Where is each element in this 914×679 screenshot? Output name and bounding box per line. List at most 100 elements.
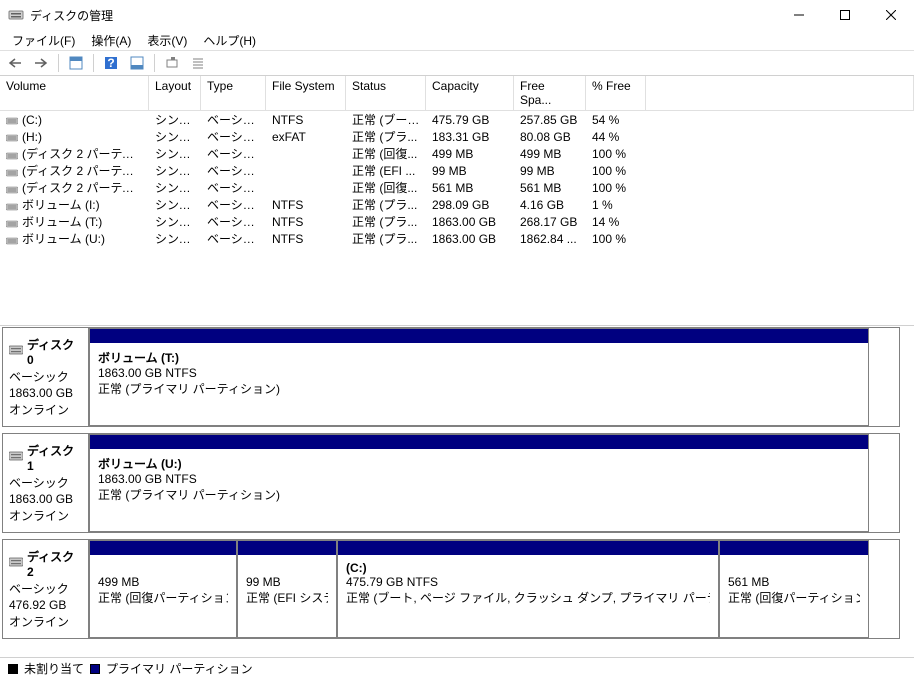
disk-row[interactable]: ディスク 1ベーシック1863.00 GBオンラインボリューム (U:)1863…: [2, 433, 900, 533]
col-capacity[interactable]: Capacity: [426, 76, 514, 111]
disk-row[interactable]: ディスク 2ベーシック476.92 GBオンライン499 MB正常 (回復パーテ…: [2, 539, 900, 639]
col-volume[interactable]: Volume: [0, 76, 149, 111]
partition-name: ボリューム (U:): [98, 455, 860, 472]
volume-row[interactable]: (ディスク 2 パーティシ...シンプルベーシック正常 (回復...561 MB…: [0, 179, 914, 196]
volume-capacity: 99 MB: [426, 164, 514, 178]
col-type[interactable]: Type: [201, 76, 266, 111]
window-title: ディスクの管理: [30, 7, 776, 24]
volume-type: ベーシック: [201, 196, 266, 213]
menu-view[interactable]: 表示(V): [139, 30, 195, 50]
volume-free: 4.16 GB: [514, 198, 586, 212]
maximize-button[interactable]: [822, 0, 868, 30]
legend-unallocated: 未割り当て: [24, 660, 84, 677]
volume-name: ボリューム (T:): [22, 215, 102, 229]
view-bottom-button[interactable]: [126, 52, 148, 74]
volume-type: ベーシック: [201, 230, 266, 247]
volume-capacity: 183.31 GB: [426, 130, 514, 144]
disk-row[interactable]: ディスク 0ベーシック1863.00 GBオンラインボリューム (T:)1863…: [2, 327, 900, 427]
volume-name: (ディスク 2 パーティシ...: [22, 147, 149, 161]
volume-layout: シンプル: [149, 213, 201, 230]
volume-status: 正常 (回復...: [346, 145, 426, 162]
volume-name: ボリューム (U:): [22, 232, 105, 246]
volume-type: ベーシック: [201, 111, 266, 128]
partition-stripe: [238, 541, 336, 555]
partition-info: 499 MB: [98, 575, 228, 589]
disk-info: ディスク 0ベーシック1863.00 GBオンライン: [3, 328, 89, 426]
volume-row[interactable]: (C:)シンプルベーシックNTFS正常 (ブート...475.79 GB257.…: [0, 111, 914, 128]
list-button[interactable]: [187, 52, 209, 74]
disk-size: 1863.00 GB: [9, 386, 82, 400]
volume-row[interactable]: ボリューム (U:)シンプルベーシックNTFS正常 (プラ...1863.00 …: [0, 230, 914, 247]
volume-capacity: 499 MB: [426, 147, 514, 161]
volume-row[interactable]: ボリューム (T:)シンプルベーシックNTFS正常 (プラ...1863.00 …: [0, 213, 914, 230]
disk-graphical-view[interactable]: ディスク 0ベーシック1863.00 GBオンラインボリューム (T:)1863…: [0, 326, 914, 657]
volume-capacity: 475.79 GB: [426, 113, 514, 127]
menu-help[interactable]: ヘルプ(H): [195, 30, 264, 50]
disk-name: ディスク 2: [27, 548, 82, 579]
col-status[interactable]: Status: [346, 76, 426, 111]
drive-icon: [6, 235, 18, 245]
disk-name: ディスク 1: [27, 442, 82, 473]
view-top-button[interactable]: [65, 52, 87, 74]
partition-name: ボリューム (T:): [98, 349, 860, 366]
col-pfree[interactable]: % Free: [586, 76, 646, 111]
partition-info: 475.79 GB NTFS: [346, 575, 710, 589]
volume-list[interactable]: Volume Layout Type File System Status Ca…: [0, 76, 914, 326]
col-layout[interactable]: Layout: [149, 76, 201, 111]
drive-icon: [6, 115, 18, 125]
volume-status: 正常 (プラ...: [346, 196, 426, 213]
partition[interactable]: ボリューム (U:)1863.00 GB NTFS正常 (プライマリ パーティシ…: [89, 434, 869, 532]
drive-icon: [6, 218, 18, 228]
volume-type: ベーシック: [201, 145, 266, 162]
disk-status: オンライン: [9, 401, 82, 418]
partition-info: 1863.00 GB NTFS: [98, 366, 860, 380]
toolbar-separator: [93, 54, 94, 72]
volume-row[interactable]: (ディスク 2 パーティシ...シンプルベーシック正常 (回復...499 MB…: [0, 145, 914, 162]
settings-button[interactable]: [161, 52, 183, 74]
minimize-button[interactable]: [776, 0, 822, 30]
volume-row[interactable]: ボリューム (I:)シンプルベーシックNTFS正常 (プラ...298.09 G…: [0, 196, 914, 213]
volume-free: 268.17 GB: [514, 215, 586, 229]
partition-status: 正常 (ブート, ページ ファイル, クラッシュ ダンプ, プライマリ パーティ…: [346, 589, 710, 606]
volume-name: ボリューム (I:): [22, 198, 100, 212]
menu-action[interactable]: 操作(A): [83, 30, 139, 50]
partition-stripe: [720, 541, 868, 555]
back-button[interactable]: [4, 52, 26, 74]
disk-status: オンライン: [9, 613, 82, 630]
col-free[interactable]: Free Spa...: [514, 76, 586, 111]
volume-pfree: 54 %: [586, 113, 646, 127]
volume-pfree: 44 %: [586, 130, 646, 144]
partition-status: 正常 (EFI システム /: [246, 589, 328, 606]
disk-info: ディスク 1ベーシック1863.00 GBオンライン: [3, 434, 89, 532]
volume-name: (C:): [22, 113, 42, 127]
volume-name: (ディスク 2 パーティシ...: [22, 181, 149, 195]
volume-pfree: 1 %: [586, 198, 646, 212]
volume-layout: シンプル: [149, 111, 201, 128]
volume-row[interactable]: (H:)シンプルベーシックexFAT正常 (プラ...183.31 GB80.0…: [0, 128, 914, 145]
col-rest[interactable]: [646, 76, 914, 111]
partition[interactable]: (C:)475.79 GB NTFS正常 (ブート, ページ ファイル, クラッ…: [337, 540, 719, 638]
partition-info: 99 MB: [246, 575, 328, 589]
volume-row[interactable]: (ディスク 2 パーティシ...シンプルベーシック正常 (EFI ...99 M…: [0, 162, 914, 179]
app-icon: [8, 7, 24, 23]
volume-fs: exFAT: [266, 130, 346, 144]
partition[interactable]: 561 MB正常 (回復パーティション): [719, 540, 869, 638]
col-filesystem[interactable]: File System: [266, 76, 346, 111]
volume-status: 正常 (回復...: [346, 179, 426, 196]
forward-button[interactable]: [30, 52, 52, 74]
volume-capacity: 1863.00 GB: [426, 215, 514, 229]
partition-stripe: [90, 435, 868, 449]
partition[interactable]: 499 MB正常 (回復パーティション): [89, 540, 237, 638]
close-button[interactable]: [868, 0, 914, 30]
menu-file[interactable]: ファイル(F): [4, 30, 83, 50]
partition-stripe: [90, 541, 236, 555]
partition[interactable]: ボリューム (T:)1863.00 GB NTFS正常 (プライマリ パーティシ…: [89, 328, 869, 426]
volume-pfree: 100 %: [586, 181, 646, 195]
partition-status: 正常 (プライマリ パーティション): [98, 486, 860, 503]
volume-free: 99 MB: [514, 164, 586, 178]
volume-pfree: 100 %: [586, 147, 646, 161]
help-button[interactable]: ?: [100, 52, 122, 74]
partition[interactable]: 99 MB正常 (EFI システム /: [237, 540, 337, 638]
disk-size: 476.92 GB: [9, 598, 82, 612]
volume-pfree: 14 %: [586, 215, 646, 229]
